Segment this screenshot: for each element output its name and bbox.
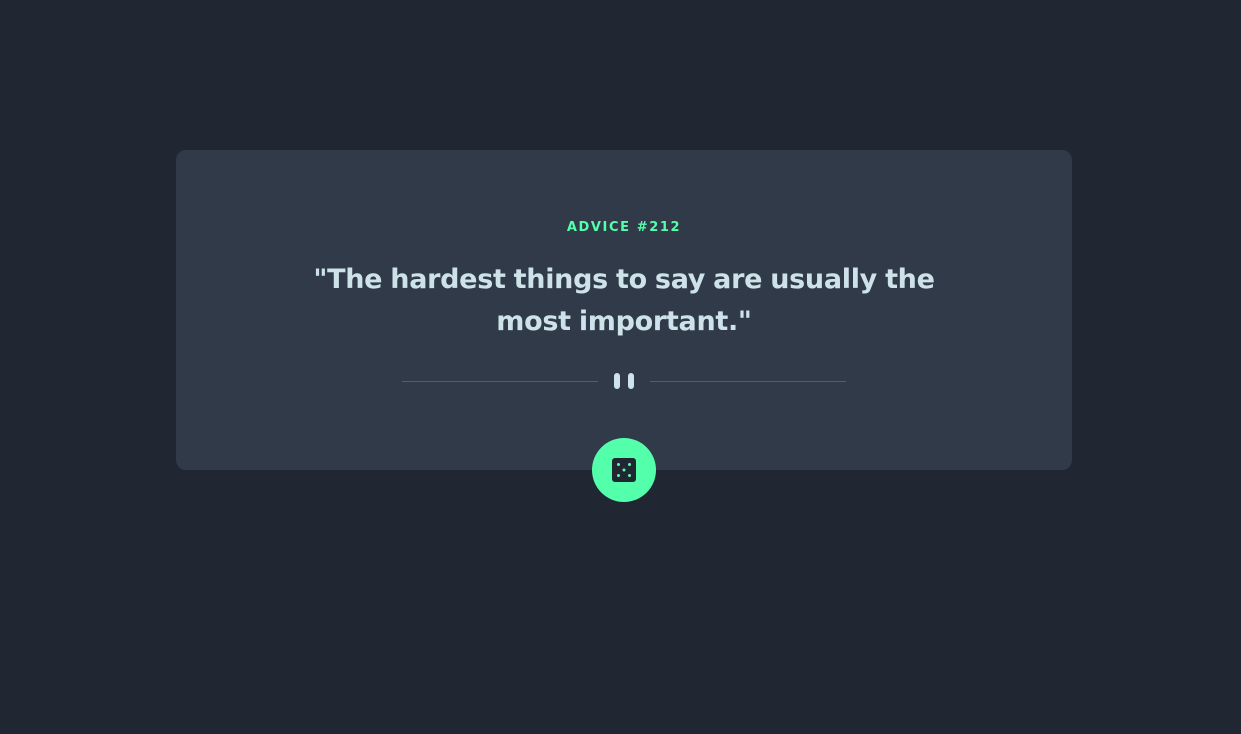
dice-icon <box>612 458 636 482</box>
pause-icon <box>614 373 634 389</box>
advice-quote: "The hardest things to say are usually t… <box>313 264 935 337</box>
advice-id: ADVICE #212 <box>566 220 682 235</box>
page: ADVICE #212 "The hardest things to say a… <box>0 0 1241 734</box>
divider <box>402 373 846 390</box>
divider-line-left <box>402 381 598 382</box>
pause-bar-right <box>628 373 634 389</box>
pause-bar-left <box>614 373 620 389</box>
divider-line-right <box>650 381 846 382</box>
new-advice-button[interactable] <box>592 438 656 502</box>
advice-card: ADVICE #212 "The hardest things to say a… <box>176 150 1072 470</box>
